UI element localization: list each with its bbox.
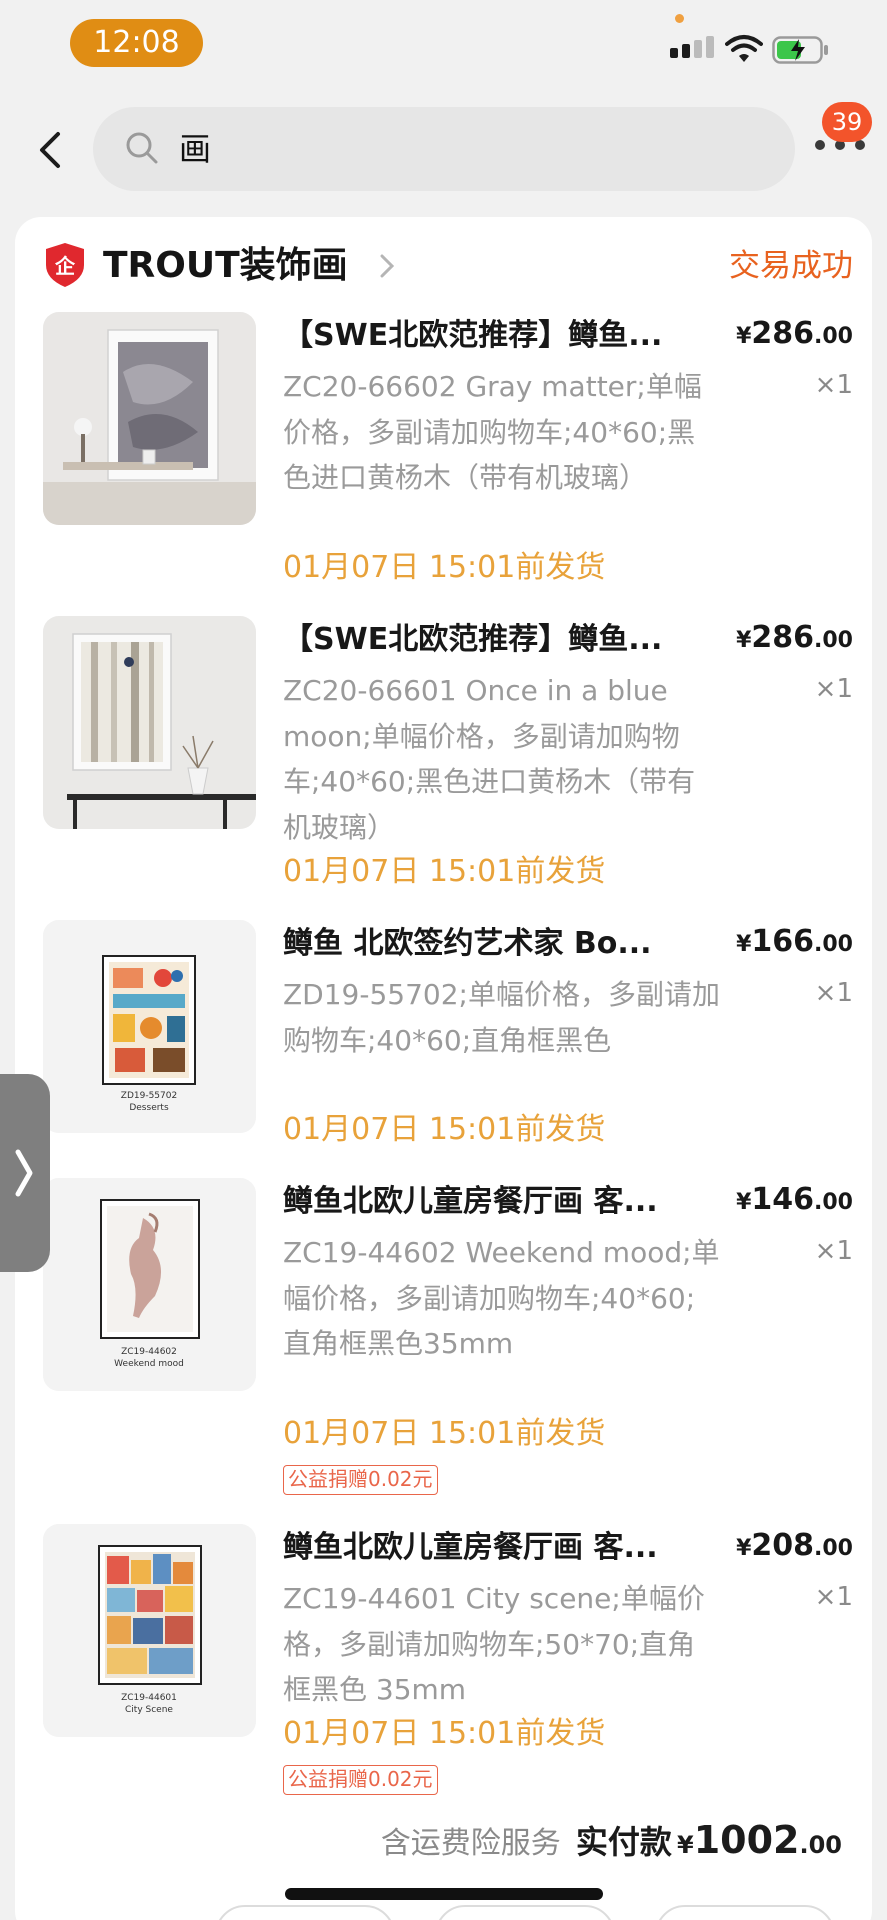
side-expand-handle[interactable] (0, 1074, 50, 1272)
svg-text:City Scene: City Scene (125, 1705, 173, 1715)
item-title: 【SWE北欧范推荐】鳟鱼... (283, 622, 663, 657)
search-query-text: 画 (179, 130, 212, 168)
privacy-indicator-dot (675, 14, 684, 23)
donation-tag: 公益捐赠0.02元 (283, 1465, 438, 1495)
item-spec: ZC20-66601 Once in a blue moon;单幅价格，多副请加… (283, 674, 696, 844)
cellular-signal-icon (670, 36, 718, 64)
search-icon (126, 132, 158, 164)
order-item[interactable]: 【SWE北欧范推荐】鳟鱼... ¥286.00 ×1 ZC20-66601 On… (43, 616, 853, 916)
item-price: ¥166.00 (736, 924, 853, 959)
message-count-badge: 39 (822, 102, 872, 142)
svg-text:企: 企 (54, 254, 76, 278)
home-indicator (285, 1888, 603, 1900)
item-title: 鳟鱼北欧儿童房餐厅画 客... (283, 1530, 658, 1565)
order-status: 交易成功 (729, 248, 853, 284)
item-price: ¥146.00 (736, 1182, 853, 1217)
total-label: 实付款 (575, 1823, 672, 1861)
total-decimal: .00 (799, 1831, 842, 1859)
battery-icon (772, 36, 828, 64)
product-image[interactable] (43, 616, 256, 829)
store-shield-icon: 企 (46, 243, 84, 287)
product-image[interactable]: ZC19-44602 Weekend mood (43, 1178, 256, 1391)
svg-text:Weekend mood: Weekend mood (114, 1359, 184, 1369)
order-card: 企 TROUT装饰画 交易成功 【SWE北欧范推荐】鳟鱼... ¥286.00 … (15, 217, 872, 1920)
item-spec: ZD19-55702;单幅价格，多副请加购物车;40*60;直角框黑色 (283, 978, 720, 1057)
back-arrow-icon[interactable] (30, 128, 70, 172)
order-total: 含运费险服务 实付款 ¥1002.00 (381, 1817, 842, 1863)
item-price: ¥286.00 (736, 620, 853, 655)
order-item[interactable]: 【SWE北欧范推荐】鳟鱼... ¥286.00 ×1 ZC20-66602 Gr… (43, 312, 853, 612)
ship-time: 01月07日 15:01前发货 (283, 550, 606, 585)
order-item[interactable]: ZC19-44602 Weekend mood 鳟鱼北欧儿童房餐厅画 客... … (43, 1178, 853, 1508)
order-item[interactable]: ZC19-44601 City Scene 鳟鱼北欧儿童房餐厅画 客... ¥2… (43, 1524, 853, 1814)
shipping-insurance-note: 含运费险服务 (380, 1826, 561, 1861)
product-image[interactable] (43, 312, 256, 525)
product-image[interactable]: ZD19-55702 Desserts (43, 920, 256, 1133)
item-quantity: ×1 (814, 1582, 853, 1612)
donation-tag: 公益捐赠0.02元 (283, 1765, 438, 1795)
item-spec: ZC20-66602 Gray matter;单幅价格，多副请加购物车;40*6… (283, 370, 702, 494)
item-price: ¥286.00 (736, 316, 853, 351)
action-button[interactable] (435, 1905, 615, 1920)
store-header[interactable]: 企 TROUT装饰画 交易成功 (43, 237, 853, 299)
ship-time: 01月07日 15:01前发货 (283, 1112, 606, 1147)
item-price: ¥208.00 (736, 1528, 853, 1563)
item-title: 鳟鱼 北欧签约艺术家 Bo... (283, 926, 652, 961)
wifi-icon (725, 35, 763, 62)
svg-text:Desserts: Desserts (129, 1103, 169, 1113)
ship-time: 01月07日 15:01前发货 (283, 854, 606, 889)
store-name[interactable]: TROUT装饰画 (103, 243, 348, 289)
svg-text:ZC19-44601: ZC19-44601 (121, 1693, 177, 1703)
item-quantity: ×1 (814, 978, 853, 1008)
status-bar: 12:08 (0, 0, 887, 90)
svg-text:ZC19-44602: ZC19-44602 (121, 1347, 177, 1357)
chevron-right-icon (380, 254, 395, 278)
item-quantity: ×1 (814, 370, 853, 400)
ship-time: 01月07日 15:01前发货 (283, 1416, 606, 1451)
order-item[interactable]: ZD19-55702 Desserts 鳟鱼 北欧签约艺术家 Bo... ¥16… (43, 920, 853, 1180)
status-time: 12:08 (70, 19, 203, 67)
item-quantity: ×1 (814, 674, 853, 704)
action-button[interactable] (215, 1905, 395, 1920)
item-quantity: ×1 (814, 1236, 853, 1266)
product-image[interactable]: ZC19-44601 City Scene (43, 1524, 256, 1737)
ship-time: 01月07日 15:01前发货 (283, 1716, 606, 1751)
side-expand-icon (15, 1149, 33, 1197)
svg-text:ZD19-55702: ZD19-55702 (121, 1091, 177, 1101)
item-spec: ZC19-44601 City scene;单幅价格，多副请加购物车;50*70… (283, 1582, 705, 1706)
item-title: 【SWE北欧范推荐】鳟鱼... (283, 318, 663, 353)
total-amount: 1002 (693, 1818, 800, 1862)
action-button[interactable] (655, 1905, 835, 1920)
item-spec: ZC19-44602 Weekend mood;单幅价格，多副请加购物车;40*… (283, 1236, 720, 1360)
item-title: 鳟鱼北欧儿童房餐厅画 客... (283, 1184, 658, 1219)
search-input[interactable]: 画 (93, 107, 795, 191)
total-currency: ¥ (677, 1831, 694, 1859)
